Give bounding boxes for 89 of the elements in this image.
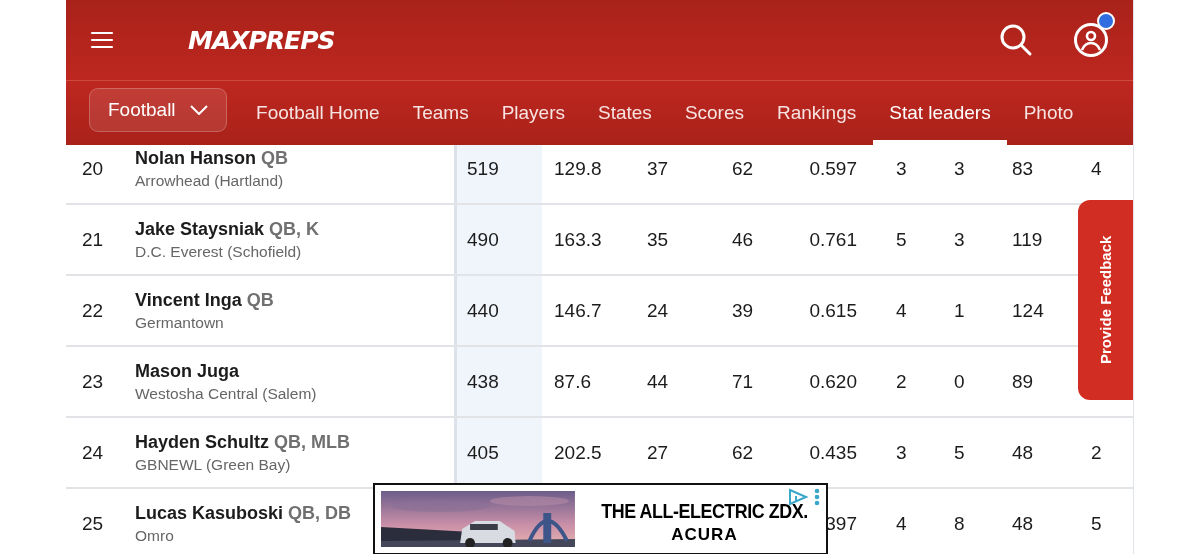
chevron-down-icon (189, 105, 208, 115)
player-position: QB (261, 147, 288, 169)
ad-info-icon[interactable] (788, 488, 808, 506)
player-position: QB, MLB (274, 431, 351, 453)
stat-value: 519 (467, 157, 499, 180)
player-name[interactable]: Nolan Hanson (135, 147, 256, 169)
rank-cell-text: 21 (81, 227, 105, 252)
sport-dropdown[interactable]: Football (89, 88, 227, 132)
stat-value: 24 (647, 299, 669, 322)
stat-value: 405 (467, 441, 499, 464)
stat-value: 0.620 (809, 370, 857, 393)
stat-value: 4 (896, 299, 907, 322)
logo[interactable]: MAXPREPS (188, 25, 335, 55)
stat-value: 44 (647, 370, 669, 393)
player-name[interactable]: Vincent Inga (135, 289, 242, 311)
rank-cell-text: 24 (81, 440, 105, 465)
stat-value: 0 (954, 370, 965, 393)
stat-value: 35 (647, 228, 669, 251)
stat-value: 48 (1012, 441, 1034, 464)
stat-value: 163.3 (554, 228, 602, 251)
school-name: Omro (135, 526, 175, 545)
stat-value: 129.8 (554, 157, 602, 180)
menu-icon[interactable] (90, 30, 114, 50)
stat-value: 5 (1091, 512, 1102, 535)
stat-value: 440 (467, 299, 499, 322)
player-name[interactable]: Mason Juga (135, 360, 240, 382)
stat-value: 5 (954, 441, 965, 464)
stat-value: 46 (732, 228, 754, 251)
stat-value: 438 (467, 370, 499, 393)
stat-value: 0.615 (809, 299, 857, 322)
stat-value: 3 (954, 228, 965, 251)
stat-value: 37 (647, 157, 669, 180)
stat-value: 146.7 (554, 299, 602, 322)
stat-value: 62 (732, 441, 754, 464)
school-name: Westosha Central (Salem) (135, 384, 318, 403)
school-name: GBNEWL (Green Bay) (135, 455, 292, 474)
nav-tab[interactable]: Stat leaders (872, 81, 1008, 145)
stat-value: 62 (732, 157, 754, 180)
stat-value: 83 (1012, 157, 1034, 180)
nav-tab[interactable]: Rankings (760, 81, 873, 145)
stat-value: 2 (896, 370, 907, 393)
ad-banner[interactable]: THE ALL-ELECTRIC ZDX. ACURA (373, 483, 828, 554)
rank-cell-text: 20 (81, 156, 105, 181)
player-position: QB (246, 289, 274, 311)
player-name[interactable]: Jake Staysniak (135, 218, 265, 240)
stat-value: 71 (732, 370, 754, 393)
player-position: QB, K (269, 218, 320, 240)
ad-headline: THE ALL-ELECTRIC ZDX. (601, 499, 808, 523)
player-name[interactable]: Hayden Schultz (135, 431, 270, 453)
feedback-tab[interactable]: Provide Feedback (1078, 200, 1133, 400)
stat-value: 89 (1012, 370, 1034, 393)
rank-cell-text: 25 (81, 511, 105, 536)
nav-tab[interactable]: Players (485, 81, 582, 145)
nav-tab[interactable]: States (581, 81, 669, 145)
stat-value: 119 (1012, 228, 1043, 251)
stat-value: 490 (467, 228, 499, 251)
stat-value: 0.435 (809, 441, 857, 464)
stat-value: 1 (954, 299, 965, 322)
nav-tab[interactable]: Teams (396, 81, 486, 145)
rank-cell-text: 23 (81, 369, 105, 394)
stat-value: 202.5 (554, 441, 602, 464)
stat-value: 39 (732, 299, 754, 322)
rank-cell-text: 22 (81, 298, 105, 323)
school-name: D.C. Everest (Schofield) (135, 242, 303, 261)
stat-value: 27 (647, 441, 669, 464)
search-icon[interactable] (999, 23, 1033, 57)
stat-value: 3 (896, 157, 907, 180)
player-name[interactable]: Lucas Kasuboski (135, 502, 284, 524)
nav-tab[interactable]: Scores (668, 81, 761, 145)
stat-value: 48 (1012, 512, 1034, 535)
school-name: Germantown (135, 313, 225, 332)
stat-value: 3 (954, 157, 965, 180)
stat-value: 2 (1091, 441, 1102, 464)
stat-value: 5 (896, 228, 907, 251)
stat-value: 87.6 (554, 370, 591, 393)
stat-value: 8 (954, 512, 965, 535)
nav-tab[interactable]: Photo (1007, 81, 1090, 145)
more-icon[interactable] (814, 488, 820, 506)
stat-value: 0.761 (809, 228, 857, 251)
stat-value: 0.597 (809, 157, 857, 180)
ad-brand: ACURA (671, 525, 738, 545)
player-position: QB, DB (288, 502, 352, 524)
stat-value: 124 (1012, 299, 1044, 322)
school-name: Arrowhead (Hartland) (135, 171, 285, 190)
nav-tab[interactable]: Football Home (239, 81, 397, 145)
stat-value: 4 (896, 512, 907, 535)
stat-value: 3 (896, 441, 907, 464)
user-icon[interactable] (1073, 22, 1109, 58)
stat-value: 4 (1091, 157, 1102, 180)
